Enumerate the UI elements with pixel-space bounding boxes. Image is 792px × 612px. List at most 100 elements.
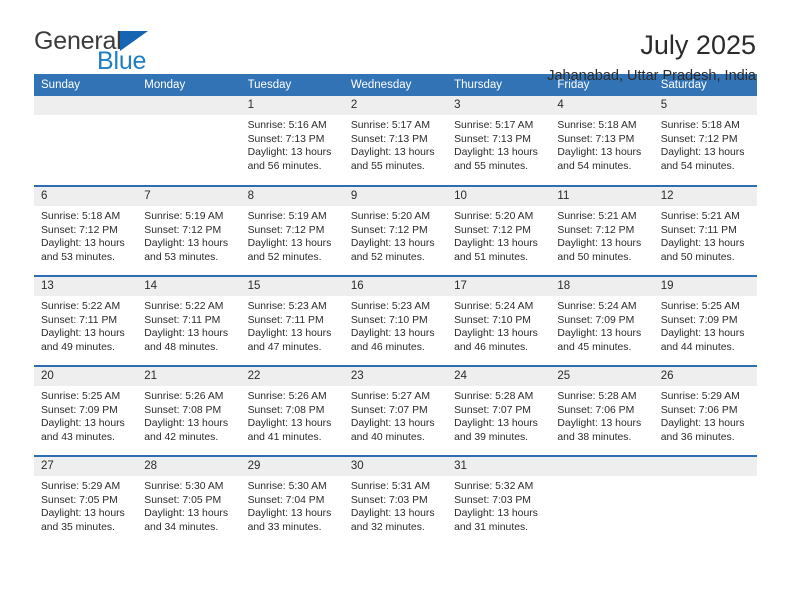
- day-details: Sunrise: 5:27 AM Sunset: 7:07 PM Dayligh…: [350, 391, 435, 443]
- day-cell[interactable]: 27 Sunrise: 5:29 AM Sunset: 7:05 PM Dayli…: [34, 455, 138, 546]
- day-cell[interactable]: 11 Sunrise: 5:21 AM Sunset: 7:12 PM Dayli…: [550, 185, 654, 276]
- day-cell[interactable]: 9 Sunrise: 5:20 AM Sunset: 7:12 PM Daylig…: [343, 185, 448, 276]
- day-details: Sunrise: 5:20 AM Sunset: 7:12 PM Dayligh…: [350, 211, 435, 263]
- day-number: 30: [343, 457, 448, 476]
- day-cell[interactable]: 3 Sunrise: 5:17 AM Sunset: 7:13 PM Daylig…: [447, 96, 551, 186]
- day-cell[interactable]: 13 Sunrise: 5:22 AM Sunset: 7:11 PM Dayli…: [34, 275, 138, 366]
- day-cell[interactable]: 24 Sunrise: 5:28 AM Sunset: 7:07 PM Dayli…: [447, 365, 551, 456]
- calendar-page: General Blue July 2025 Jahanabad, Uttar …: [0, 0, 792, 612]
- day-details: Sunrise: 5:16 AM Sunset: 7:13 PM Dayligh…: [247, 120, 332, 172]
- day-number: 4: [550, 96, 654, 115]
- day-details: Sunrise: 5:22 AM Sunset: 7:11 PM Dayligh…: [144, 301, 229, 353]
- day-cell[interactable]: 12 Sunrise: 5:21 AM Sunset: 7:11 PM Dayli…: [653, 185, 757, 276]
- day-cell[interactable]: 31 Sunrise: 5:32 AM Sunset: 7:03 PM Dayli…: [447, 455, 551, 546]
- day-details: Sunrise: 5:20 AM Sunset: 7:12 PM Dayligh…: [454, 211, 538, 263]
- logo-text-blue: Blue: [97, 47, 147, 75]
- day-cell[interactable]: [653, 455, 757, 546]
- day-number: 23: [343, 367, 448, 386]
- day-number: 25: [550, 367, 654, 386]
- day-cell[interactable]: 21 Sunrise: 5:26 AM Sunset: 7:08 PM Dayli…: [137, 365, 241, 456]
- day-cell[interactable]: 25 Sunrise: 5:28 AM Sunset: 7:06 PM Dayli…: [550, 365, 654, 456]
- day-details: Sunrise: 5:18 AM Sunset: 7:13 PM Dayligh…: [557, 120, 642, 172]
- calendar-week-row: 20 Sunrise: 5:25 AM Sunset: 7:09 PM Dayli…: [34, 365, 757, 456]
- day-cell[interactable]: 15 Sunrise: 5:23 AM Sunset: 7:11 PM Dayli…: [240, 275, 344, 366]
- day-number: 2: [343, 96, 448, 115]
- day-cell[interactable]: 26 Sunrise: 5:29 AM Sunset: 7:06 PM Dayli…: [653, 365, 757, 456]
- weekday-header-sunday: Sunday: [34, 74, 138, 96]
- day-cell[interactable]: 20 Sunrise: 5:25 AM Sunset: 7:09 PM Dayli…: [34, 365, 138, 456]
- day-details: Sunrise: 5:31 AM Sunset: 7:03 PM Dayligh…: [350, 481, 435, 533]
- day-number: [653, 457, 757, 476]
- day-cell[interactable]: 22 Sunrise: 5:26 AM Sunset: 7:08 PM Dayli…: [240, 365, 344, 456]
- day-number: 27: [34, 457, 138, 476]
- day-cell[interactable]: 7 Sunrise: 5:19 AM Sunset: 7:12 PM Daylig…: [137, 185, 241, 276]
- day-cell[interactable]: 16 Sunrise: 5:23 AM Sunset: 7:10 PM Dayli…: [343, 275, 448, 366]
- day-details: Sunrise: 5:25 AM Sunset: 7:09 PM Dayligh…: [660, 301, 745, 353]
- day-details: Sunrise: 5:17 AM Sunset: 7:13 PM Dayligh…: [454, 120, 538, 172]
- weekday-header-thursday: Thursday: [447, 74, 551, 96]
- day-details: Sunrise: 5:26 AM Sunset: 7:08 PM Dayligh…: [247, 391, 332, 443]
- calendar-body: 1 Sunrise: 5:16 AM Sunset: 7:13 PM Daylig…: [34, 96, 757, 546]
- day-number: [137, 96, 241, 115]
- day-details: Sunrise: 5:32 AM Sunset: 7:03 PM Dayligh…: [454, 481, 538, 533]
- day-details: Sunrise: 5:26 AM Sunset: 7:08 PM Dayligh…: [144, 391, 229, 443]
- day-number: 5: [653, 96, 757, 115]
- day-number: 13: [34, 277, 138, 296]
- day-number: 26: [653, 367, 757, 386]
- weekday-header-tuesday: Tuesday: [240, 74, 344, 96]
- day-number: 15: [240, 277, 344, 296]
- day-cell[interactable]: [34, 96, 138, 186]
- day-details: Sunrise: 5:28 AM Sunset: 7:06 PM Dayligh…: [557, 391, 642, 443]
- day-details: Sunrise: 5:25 AM Sunset: 7:09 PM Dayligh…: [41, 391, 125, 443]
- day-cell[interactable]: 30 Sunrise: 5:31 AM Sunset: 7:03 PM Dayli…: [343, 455, 448, 546]
- day-cell[interactable]: [550, 455, 654, 546]
- day-details: Sunrise: 5:30 AM Sunset: 7:05 PM Dayligh…: [144, 481, 229, 533]
- day-cell[interactable]: 14 Sunrise: 5:22 AM Sunset: 7:11 PM Dayli…: [137, 275, 241, 366]
- day-cell[interactable]: 17 Sunrise: 5:24 AM Sunset: 7:10 PM Dayli…: [447, 275, 551, 366]
- day-number: 9: [343, 187, 448, 206]
- day-cell[interactable]: 10 Sunrise: 5:20 AM Sunset: 7:12 PM Dayli…: [447, 185, 551, 276]
- day-number: 31: [447, 457, 551, 476]
- page-header: General Blue July 2025 Jahanabad, Uttar …: [0, 0, 792, 85]
- day-number: 22: [240, 367, 344, 386]
- day-number: 10: [447, 187, 551, 206]
- sunrise-sunset-calendar: Sunday Monday Tuesday Wednesday Thursday…: [34, 74, 757, 546]
- day-number: 7: [137, 187, 241, 206]
- day-number: 20: [34, 367, 138, 386]
- generalblue-logo[interactable]: General Blue: [34, 29, 148, 74]
- day-details: Sunrise: 5:21 AM Sunset: 7:11 PM Dayligh…: [660, 211, 745, 263]
- day-cell[interactable]: 2 Sunrise: 5:17 AM Sunset: 7:13 PM Daylig…: [343, 96, 448, 186]
- day-number: 6: [34, 187, 138, 206]
- day-details: Sunrise: 5:21 AM Sunset: 7:12 PM Dayligh…: [557, 211, 642, 263]
- day-cell[interactable]: [137, 96, 241, 186]
- day-cell[interactable]: 28 Sunrise: 5:30 AM Sunset: 7:05 PM Dayli…: [137, 455, 241, 546]
- day-details: Sunrise: 5:18 AM Sunset: 7:12 PM Dayligh…: [41, 211, 125, 263]
- day-cell[interactable]: 23 Sunrise: 5:27 AM Sunset: 7:07 PM Dayli…: [343, 365, 448, 456]
- day-number: 12: [653, 187, 757, 206]
- day-number: 8: [240, 187, 344, 206]
- day-cell[interactable]: 1 Sunrise: 5:16 AM Sunset: 7:13 PM Daylig…: [240, 96, 344, 186]
- day-details: Sunrise: 5:30 AM Sunset: 7:04 PM Dayligh…: [247, 481, 332, 533]
- day-cell[interactable]: 5 Sunrise: 5:18 AM Sunset: 7:12 PM Daylig…: [653, 96, 757, 186]
- calendar-week-row: 27 Sunrise: 5:29 AM Sunset: 7:05 PM Dayli…: [34, 455, 757, 546]
- day-number: 17: [447, 277, 551, 296]
- day-details: Sunrise: 5:28 AM Sunset: 7:07 PM Dayligh…: [454, 391, 538, 443]
- calendar-week-row: 13 Sunrise: 5:22 AM Sunset: 7:11 PM Dayli…: [34, 275, 757, 366]
- day-details: Sunrise: 5:22 AM Sunset: 7:11 PM Dayligh…: [41, 301, 125, 353]
- day-number: 28: [137, 457, 241, 476]
- day-cell[interactable]: 6 Sunrise: 5:18 AM Sunset: 7:12 PM Daylig…: [34, 185, 138, 276]
- day-cell[interactable]: 19 Sunrise: 5:25 AM Sunset: 7:09 PM Dayli…: [653, 275, 757, 366]
- day-number: 3: [447, 96, 551, 115]
- day-details: Sunrise: 5:18 AM Sunset: 7:12 PM Dayligh…: [660, 120, 745, 172]
- day-cell[interactable]: 8 Sunrise: 5:19 AM Sunset: 7:12 PM Daylig…: [240, 185, 344, 276]
- page-title: July 2025: [640, 30, 756, 60]
- title-block: July 2025 Jahanabad, Uttar Pradesh, Indi…: [547, 29, 756, 85]
- day-details: Sunrise: 5:24 AM Sunset: 7:09 PM Dayligh…: [557, 301, 642, 353]
- day-cell[interactable]: 4 Sunrise: 5:18 AM Sunset: 7:13 PM Daylig…: [550, 96, 654, 186]
- day-cell[interactable]: 18 Sunrise: 5:24 AM Sunset: 7:09 PM Dayli…: [550, 275, 654, 366]
- day-details: Sunrise: 5:23 AM Sunset: 7:10 PM Dayligh…: [350, 301, 435, 353]
- day-cell[interactable]: 29 Sunrise: 5:30 AM Sunset: 7:04 PM Dayli…: [240, 455, 344, 546]
- day-details: Sunrise: 5:19 AM Sunset: 7:12 PM Dayligh…: [144, 211, 229, 263]
- day-number: 11: [550, 187, 654, 206]
- day-details: Sunrise: 5:29 AM Sunset: 7:06 PM Dayligh…: [660, 391, 745, 443]
